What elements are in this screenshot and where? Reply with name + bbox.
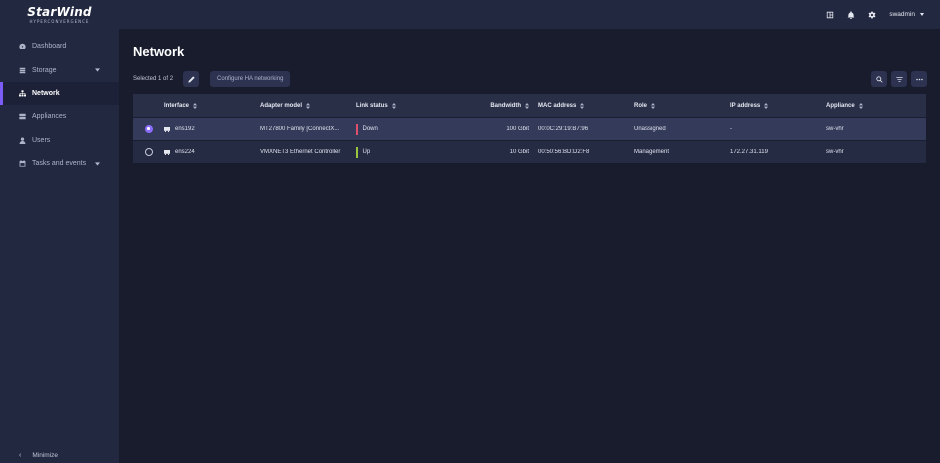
sort-icon: [525, 102, 529, 109]
minimize-button[interactable]: ‹ Minimize: [19, 452, 58, 459]
logo[interactable]: StarWind HYPERCONVERGENCE: [0, 0, 119, 29]
chevron-down-icon: [95, 161, 100, 166]
interface-cell: ens224: [164, 149, 260, 155]
sort-icon: [580, 102, 585, 109]
caret-down-icon: [920, 13, 924, 16]
interface-cell: ens192: [164, 126, 260, 132]
sort-icon: [764, 102, 769, 109]
sidebar-item-users[interactable]: Users: [0, 129, 119, 152]
calendar-icon: [19, 160, 26, 167]
row-select: [133, 125, 164, 133]
user-menu[interactable]: swadmin: [889, 11, 924, 18]
network-table: Interface Adapter model Link status Band…: [133, 94, 926, 163]
column-header-role[interactable]: Role: [634, 102, 730, 109]
chevron-left-icon: ‹: [19, 452, 22, 459]
logo-subtitle: HYPERCONVERGENCE: [29, 18, 90, 24]
link-status-indicator: [356, 123, 358, 135]
network-icon: [19, 90, 26, 97]
layout-icon[interactable]: [825, 10, 835, 20]
network-card-icon: [164, 126, 170, 132]
sort-icon: [193, 102, 198, 109]
page-title: Network: [133, 44, 185, 59]
mac-address-cell: 00:50:56:BD:D2:F8: [538, 149, 590, 155]
sort-icon: [306, 102, 311, 109]
sidebar-nav: Dashboard Storage Network Appliances Use…: [0, 35, 119, 175]
toolbar: Selected 1 of 2 Configure HA networking: [133, 71, 291, 87]
sidebar-item-appliances[interactable]: Appliances: [0, 105, 119, 128]
search-icon: [875, 75, 883, 83]
edit-button[interactable]: [183, 71, 200, 87]
dashboard-icon: [19, 43, 26, 50]
logo-title: StarWind: [27, 4, 92, 19]
bell-icon[interactable]: [846, 10, 856, 20]
more-icon: [915, 78, 923, 80]
ip-address-cell: 172.27.31.119: [730, 149, 768, 155]
search-button[interactable]: [871, 71, 887, 87]
filter-icon: [895, 76, 903, 82]
column-header-mac-address[interactable]: MAC address: [538, 102, 634, 109]
more-options-button[interactable]: [911, 71, 927, 87]
user-icon: [19, 137, 26, 144]
bandwidth-cell: 100 Gbit: [506, 126, 529, 132]
selection-count: Selected 1 of 2: [133, 76, 174, 82]
column-header-adapter-model[interactable]: Adapter model: [260, 102, 356, 109]
column-header-appliance[interactable]: Appliance: [826, 102, 922, 109]
sidebar-item-dashboard[interactable]: Dashboard: [0, 35, 119, 58]
sidebar-item-tasks-and-events[interactable]: Tasks and events: [0, 152, 119, 175]
gear-icon[interactable]: [867, 10, 877, 20]
row-select: [133, 148, 164, 156]
sort-icon: [651, 102, 656, 109]
link-status-indicator: [356, 146, 358, 158]
role-cell: Management: [634, 149, 670, 155]
mac-address-cell: 00:0C:29:19:B7:96: [538, 126, 589, 132]
table-tools: [867, 71, 927, 87]
configure-ha-networking-button[interactable]: Configure HA networking: [210, 71, 291, 87]
table-row[interactable]: ens224 VMXNET3 Ethernet Controller Up 10…: [133, 140, 926, 163]
sidebar-item-label: Dashboard: [32, 43, 67, 51]
adapter-model-cell: VMXNET3 Ethernet Controller: [260, 149, 341, 155]
sidebar-item-network[interactable]: Network: [0, 81, 119, 106]
ip-address-cell: -: [730, 126, 732, 132]
column-header-bandwidth[interactable]: Bandwidth: [451, 102, 538, 109]
username: swadmin: [889, 11, 915, 18]
role-cell: Unassigned: [634, 126, 666, 132]
minimize-label: Minimize: [32, 452, 58, 459]
filter-button[interactable]: [891, 71, 907, 87]
sidebar-item-label: Appliances: [32, 113, 67, 121]
sidebar-item-label: Storage: [32, 66, 57, 74]
row-radio[interactable]: [145, 125, 153, 133]
adapter-model-cell: MT27800 Family [ConnectX...: [260, 126, 340, 132]
column-header-ip-address[interactable]: IP address: [730, 102, 826, 109]
table-header: Interface Adapter model Link status Band…: [133, 94, 926, 117]
bandwidth-cell: 10 Gbit: [509, 149, 529, 155]
sidebar-item-label: Users: [32, 136, 51, 144]
row-radio[interactable]: [145, 148, 153, 156]
sort-icon: [858, 102, 863, 109]
main-content: Network Selected 1 of 2 Configure HA net…: [119, 29, 940, 463]
storage-icon: [19, 67, 26, 74]
topbar: swadmin: [119, 0, 940, 29]
sidebar: StarWind HYPERCONVERGENCE Dashboard Stor…: [0, 0, 119, 463]
column-header-link-status[interactable]: Link status: [356, 102, 451, 109]
sort-icon: [391, 102, 396, 109]
appliance-cell: sw-vhr: [826, 126, 844, 132]
column-header-interface[interactable]: Interface: [164, 102, 260, 109]
pencil-icon: [187, 75, 195, 83]
link-status-cell: Up: [356, 146, 451, 158]
table-row[interactable]: ens192 MT27800 Family [ConnectX... Down …: [133, 117, 926, 140]
sidebar-item-storage[interactable]: Storage: [0, 58, 119, 81]
link-status-cell: Down: [356, 123, 451, 135]
sidebar-item-label: Network: [32, 89, 60, 97]
appliance-cell: sw-vhr: [826, 149, 844, 155]
sidebar-item-label: Tasks and events: [32, 160, 87, 168]
chevron-down-icon: [95, 68, 100, 72]
network-card-icon: [164, 149, 170, 155]
appliances-icon: [19, 113, 26, 120]
